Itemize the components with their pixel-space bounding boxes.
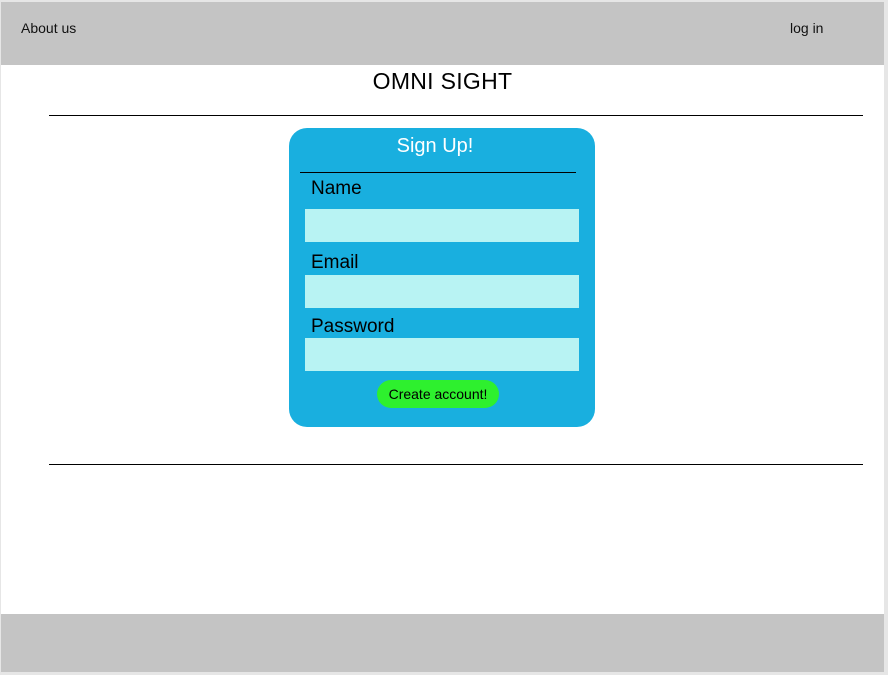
- page-frame: About us log in OMNI SIGHT Sign Up! Name…: [1, 2, 884, 672]
- bottom-divider: [49, 464, 863, 465]
- top-divider: [49, 115, 863, 116]
- signup-title: Sign Up!: [396, 135, 474, 157]
- page-title: OMNI SIGHT: [372, 68, 513, 94]
- signup-card: Sign Up! Name Email Password Create acco…: [289, 128, 595, 427]
- password-field[interactable]: [305, 338, 579, 371]
- signup-title-divider: [300, 172, 576, 173]
- create-account-button[interactable]: Create account!: [377, 380, 499, 408]
- password-label: Password: [311, 316, 395, 337]
- footer-bar: [1, 614, 884, 672]
- email-label: Email: [311, 252, 359, 273]
- name-label: Name: [311, 178, 362, 199]
- log-in-link[interactable]: log in: [790, 20, 823, 36]
- name-field[interactable]: [305, 209, 579, 242]
- email-field[interactable]: [305, 275, 579, 308]
- about-us-link[interactable]: About us: [21, 20, 76, 36]
- top-nav-bar: About us log in: [1, 2, 884, 65]
